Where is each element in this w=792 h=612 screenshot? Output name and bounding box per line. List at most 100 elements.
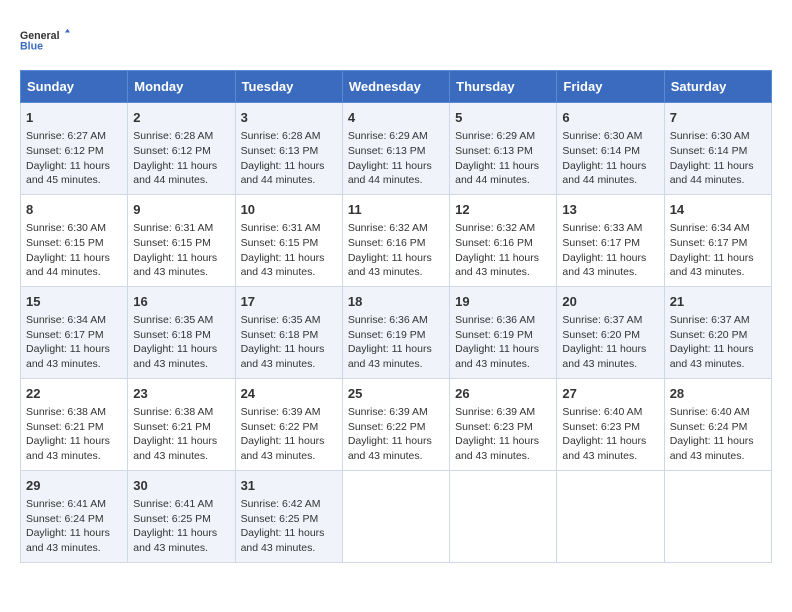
col-header-thursday: Thursday [450,71,557,103]
sunset-label: Sunset: 6:15 PM [133,237,211,249]
sunset-label: Sunset: 6:23 PM [562,421,640,433]
calendar-cell: 16Sunrise: 6:35 AMSunset: 6:18 PMDayligh… [128,286,235,378]
sunset-label: Sunset: 6:16 PM [455,237,533,249]
calendar-table: SundayMondayTuesdayWednesdayThursdayFrid… [20,70,772,563]
sunrise-label: Sunrise: 6:42 AM [241,498,321,510]
daylight-label: Daylight: 11 hours and 45 minutes. [26,160,110,187]
col-header-sunday: Sunday [21,71,128,103]
day-number: 2 [133,109,229,127]
sunrise-label: Sunrise: 6:31 AM [241,222,321,234]
calendar-cell: 14Sunrise: 6:34 AMSunset: 6:17 PMDayligh… [664,194,771,286]
sunset-label: Sunset: 6:21 PM [133,421,211,433]
daylight-label: Daylight: 11 hours and 43 minutes. [562,252,646,279]
sunset-label: Sunset: 6:21 PM [26,421,104,433]
calendar-cell: 22Sunrise: 6:38 AMSunset: 6:21 PMDayligh… [21,378,128,470]
sunset-label: Sunset: 6:17 PM [562,237,640,249]
sunset-label: Sunset: 6:12 PM [26,145,104,157]
sunrise-label: Sunrise: 6:40 AM [562,406,642,418]
daylight-label: Daylight: 11 hours and 43 minutes. [26,527,110,554]
sunrise-label: Sunrise: 6:32 AM [455,222,535,234]
daylight-label: Daylight: 11 hours and 43 minutes. [562,343,646,370]
calendar-cell [557,470,664,562]
calendar-cell: 28Sunrise: 6:40 AMSunset: 6:24 PMDayligh… [664,378,771,470]
sunrise-label: Sunrise: 6:29 AM [455,130,535,142]
daylight-label: Daylight: 11 hours and 44 minutes. [133,160,217,187]
svg-text:Blue: Blue [20,40,43,52]
day-number: 21 [670,293,766,311]
sunset-label: Sunset: 6:15 PM [241,237,319,249]
day-number: 24 [241,385,337,403]
sunrise-label: Sunrise: 6:32 AM [348,222,428,234]
calendar-cell: 29Sunrise: 6:41 AMSunset: 6:24 PMDayligh… [21,470,128,562]
logo-svg: General Blue [20,20,70,60]
calendar-cell: 19Sunrise: 6:36 AMSunset: 6:19 PMDayligh… [450,286,557,378]
sunrise-label: Sunrise: 6:39 AM [241,406,321,418]
calendar-cell: 30Sunrise: 6:41 AMSunset: 6:25 PMDayligh… [128,470,235,562]
daylight-label: Daylight: 11 hours and 44 minutes. [562,160,646,187]
sunset-label: Sunset: 6:22 PM [241,421,319,433]
day-number: 19 [455,293,551,311]
sunset-label: Sunset: 6:23 PM [455,421,533,433]
day-number: 15 [26,293,122,311]
sunset-label: Sunset: 6:15 PM [26,237,104,249]
calendar-cell: 15Sunrise: 6:34 AMSunset: 6:17 PMDayligh… [21,286,128,378]
calendar-cell: 8Sunrise: 6:30 AMSunset: 6:15 PMDaylight… [21,194,128,286]
day-number: 22 [26,385,122,403]
daylight-label: Daylight: 11 hours and 44 minutes. [455,160,539,187]
daylight-label: Daylight: 11 hours and 43 minutes. [133,435,217,462]
day-number: 17 [241,293,337,311]
calendar-cell: 3 Sunrise: 6:28 AM Sunset: 6:13 PM Daylight… [235,103,342,195]
sunrise-label: Sunrise: 6:30 AM [26,222,106,234]
sunrise-label: Sunrise: 6:39 AM [455,406,535,418]
day-number: 30 [133,477,229,495]
daylight-label: Daylight: 11 hours and 43 minutes. [348,343,432,370]
week-row-4: 22 Sunrise: 6:38 AM Sunset: 6:21 PM Dayligh… [21,378,772,470]
day-number: 8 [26,201,122,219]
daylight-label: Daylight: 11 hours and 43 minutes. [455,435,539,462]
day-number: 26 [455,385,551,403]
week-row-3: 15Sunrise: 6:34 AMSunset: 6:17 PMDayligh… [21,286,772,378]
sunset-label: Sunset: 6:20 PM [670,329,748,341]
day-number: 3 [241,109,337,127]
sunrise-label: Sunrise: 6:35 AM [133,314,213,326]
sunset-label: Sunset: 6:18 PM [241,329,319,341]
col-header-tuesday: Tuesday [235,71,342,103]
col-header-monday: Monday [128,71,235,103]
sunrise-label: Sunrise: 6:34 AM [26,314,106,326]
sunrise-label: Sunrise: 6:30 AM [562,130,642,142]
calendar-cell: 18Sunrise: 6:36 AMSunset: 6:19 PMDayligh… [342,286,449,378]
sunrise-label: Sunrise: 6:38 AM [26,406,106,418]
day-number: 4 [348,109,444,127]
sunset-label: Sunset: 6:13 PM [241,145,319,157]
sunrise-label: Sunrise: 6:28 AM [241,130,321,142]
day-number: 10 [241,201,337,219]
sunrise-label: Sunrise: 6:41 AM [26,498,106,510]
daylight-label: Daylight: 11 hours and 43 minutes. [241,252,325,279]
day-number: 29 [26,477,122,495]
sunrise-label: Sunrise: 6:33 AM [562,222,642,234]
day-number: 12 [455,201,551,219]
daylight-label: Daylight: 11 hours and 43 minutes. [455,252,539,279]
sunrise-label: Sunrise: 6:34 AM [670,222,750,234]
daylight-label: Daylight: 11 hours and 44 minutes. [241,160,325,187]
daylight-label: Daylight: 11 hours and 43 minutes. [133,527,217,554]
calendar-cell: 2Sunrise: 6:28 AMSunset: 6:12 PMDaylight… [128,103,235,195]
day-number: 27 [562,385,658,403]
week-row-1: 1Sunrise: 6:27 AMSunset: 6:12 PMDaylight… [21,103,772,195]
sunrise-label: Sunrise: 6:30 AM [670,130,750,142]
sunrise-label: Sunrise: 6:40 AM [670,406,750,418]
calendar-cell: 24Sunrise: 6:39 AMSunset: 6:22 PMDayligh… [235,378,342,470]
logo: General Blue [20,20,70,60]
sunset-label: Sunset: 6:16 PM [348,237,426,249]
calendar-cell: 1Sunrise: 6:27 AMSunset: 6:12 PMDaylight… [21,103,128,195]
sunrise-label: Sunrise: 6:35 AM [241,314,321,326]
col-header-saturday: Saturday [664,71,771,103]
page-header: General Blue [20,20,772,60]
daylight-label: Daylight: 11 hours and 43 minutes. [348,252,432,279]
day-number: 31 [241,477,337,495]
sunset-label: Sunset: 6:12 PM [133,145,211,157]
sunset-label: Sunset: 6:20 PM [562,329,640,341]
daylight-label: Daylight: 11 hours and 43 minutes. [670,252,754,279]
daylight-label: Daylight: 11 hours and 43 minutes. [670,343,754,370]
sunrise-label: Sunrise: 6:36 AM [455,314,535,326]
